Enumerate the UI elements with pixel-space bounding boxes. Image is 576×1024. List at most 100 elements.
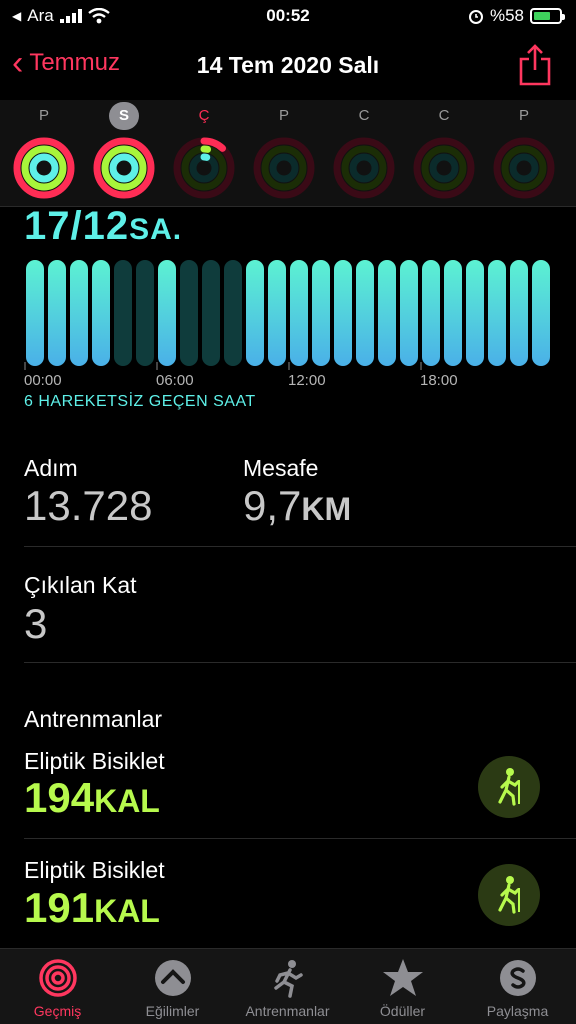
week-strip: PSÇPCCP — [0, 100, 576, 206]
stand-hour-bar — [136, 260, 154, 366]
week-day-letter: P — [278, 107, 289, 124]
divider — [24, 838, 576, 839]
activity-rings-icon — [413, 137, 475, 199]
stand-hour-bar — [180, 260, 198, 366]
stand-hour-bar — [290, 260, 308, 366]
week-day-letter: C — [438, 107, 450, 124]
activity-rings-icon — [93, 137, 155, 199]
steps-value: 13.728 — [24, 482, 153, 529]
tab-sharing[interactable]: Paylaşma — [460, 957, 575, 1019]
stand-hour-bar — [246, 260, 264, 366]
tab-label: Eğilimler — [145, 1003, 200, 1019]
activity-rings-icon — [13, 137, 75, 199]
stand-hour-bar — [48, 260, 66, 366]
tab-trends[interactable]: Eğilimler — [115, 957, 230, 1019]
stand-hour-bar — [334, 260, 352, 366]
stand-hour-bar — [378, 260, 396, 366]
sharing-icon — [499, 960, 536, 996]
stand-hour-bar — [158, 260, 176, 366]
workout-calories: 194KAL — [24, 774, 160, 822]
tab-history[interactable]: Geçmiş — [0, 957, 115, 1019]
stand-hour-bar — [356, 260, 374, 366]
axis-label: 12:00 — [288, 372, 326, 389]
tab-bar: Geçmiş Eğilimler Antrenmanlar Ödüller Pa… — [0, 948, 576, 1024]
tab-label: Ödüller — [379, 1003, 426, 1019]
inactive-hours-label: 6 HAREKETSİZ GEÇEN SAAT — [24, 393, 256, 410]
stand-hour-bar — [466, 260, 484, 366]
activity-rings-icon — [173, 137, 235, 199]
workout-calories-unit: KAL — [94, 893, 160, 929]
workout-calories-unit: KAL — [94, 783, 160, 819]
stand-hour-bar — [400, 260, 418, 366]
floors-value: 3 — [24, 600, 48, 647]
stand-hour-bar — [488, 260, 506, 366]
divider — [24, 662, 576, 663]
tab-awards[interactable]: Ödüller — [345, 957, 460, 1019]
floors-label: Çıkılan Kat — [24, 572, 137, 598]
stand-hour-bar — [70, 260, 88, 366]
hiker-icon — [498, 876, 520, 914]
week-day[interactable]: S — [88, 100, 160, 200]
week-day-letter: P — [518, 107, 529, 124]
tab-workouts[interactable]: Antrenmanlar — [230, 957, 345, 1019]
page-title: 14 Tem 2020 Salı — [196, 52, 380, 78]
status-right: %58 — [468, 6, 565, 26]
axis-label: 18:00 — [420, 372, 458, 389]
stand-hour-bar — [510, 260, 528, 366]
week-day[interactable]: P — [248, 100, 320, 200]
activity-rings-icon — [493, 137, 555, 199]
activity-rings-icon — [253, 137, 315, 199]
status-bar: ◀ Ara 00:52 %58 — [0, 0, 576, 34]
week-day-letter: P — [38, 107, 49, 124]
workout-calories-number: 194 — [24, 774, 95, 821]
distance-value: 9,7KM — [243, 482, 351, 530]
stand-hour-bar — [202, 260, 220, 366]
steps-label: Adım — [24, 455, 78, 481]
tab-label: Paylaşma — [486, 1003, 549, 1019]
stand-hours-unit: SA. — [129, 213, 183, 246]
distance-number: 9,7 — [243, 482, 302, 529]
axis-tick — [288, 362, 290, 370]
battery-percent: %58 — [489, 6, 524, 25]
week-day[interactable]: C — [408, 100, 480, 200]
stand-hour-bar — [532, 260, 550, 366]
week-day[interactable]: C — [328, 100, 400, 200]
workout-calories-number: 191 — [24, 884, 95, 931]
axis-tick — [156, 362, 158, 370]
running-figure-icon — [273, 960, 303, 998]
stand-hour-bar — [312, 260, 330, 366]
divider — [24, 546, 576, 547]
tab-label: Antrenmanlar — [245, 1003, 330, 1019]
workout-name[interactable]: Eliptik Bisiklet — [24, 748, 165, 775]
elliptical-workout-icon[interactable] — [478, 756, 540, 818]
stand-hour-bar — [422, 260, 440, 366]
alarm-icon — [468, 10, 483, 24]
stand-hour-bar — [92, 260, 110, 366]
workout-name[interactable]: Eliptik Bisiklet — [24, 857, 165, 884]
week-day-letter: C — [358, 107, 370, 124]
stand-hour-bar — [26, 260, 44, 366]
elliptical-workout-icon[interactable] — [478, 864, 540, 926]
stand-hours-axis: 00:00 06:00 12:00 18:00 — [24, 372, 552, 392]
stand-hours-value: 17/12SA. — [24, 204, 182, 249]
workouts-title: Antrenmanlar — [24, 706, 163, 732]
hiker-icon — [498, 768, 520, 806]
axis-label: 00:00 — [24, 372, 62, 389]
tab-label: Geçmiş — [33, 1003, 82, 1019]
award-star-icon — [382, 959, 423, 996]
activity-rings-icon — [333, 137, 395, 199]
week-day[interactable]: P — [488, 100, 560, 200]
week-day-letter: Ç — [198, 107, 210, 124]
stand-hour-bar — [444, 260, 462, 366]
week-day[interactable]: Ç — [168, 100, 240, 200]
distance-unit: KM — [301, 491, 352, 527]
stand-hours-chart — [24, 260, 552, 368]
week-day[interactable]: P — [8, 100, 80, 200]
axis-tick — [24, 362, 26, 370]
share-icon[interactable] — [518, 44, 552, 86]
battery-icon — [530, 8, 565, 24]
stand-hour-bar — [268, 260, 286, 366]
week-day-letter: S — [109, 102, 139, 130]
workout-calories: 191KAL — [24, 884, 160, 932]
history-rings-icon — [38, 959, 77, 997]
